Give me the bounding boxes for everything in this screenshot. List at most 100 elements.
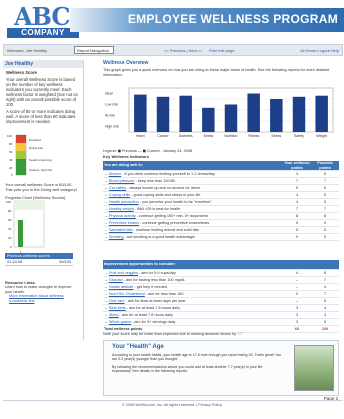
indicator-link[interactable]: Car safety: [109, 186, 126, 190]
table-row: → Coping skills - good coping skills and…: [103, 191, 339, 199]
indicator-desc: - aim for less than 160: [144, 292, 184, 296]
resource-text: Learn how to make changes to improve you…: [5, 285, 72, 294]
total-points: 60: [283, 325, 311, 333]
indicator-cell: → Preventive exams - continue getting pr…: [103, 219, 283, 227]
prev-next-links[interactable]: << Previous | Next >>: [164, 48, 203, 53]
y-level-label: Ideal: [105, 92, 113, 96]
scale-tick: 40: [9, 158, 13, 162]
x-tick-label: Cancer: [157, 134, 169, 138]
header: ABC COMPANY EMPLOYEE WELLNESS PROGRAM: [0, 0, 344, 40]
possible-points-cell: 5: [311, 184, 339, 192]
table-row: → Car safety - always buckle up and no a…: [103, 184, 339, 192]
key-indicators-heading: Key Wellness Indicators: [103, 154, 149, 159]
possible-points-cell: 5: [311, 318, 339, 326]
indicator-link[interactable]: Non-HDL Cholesterol: [109, 292, 145, 296]
chart-bar: [134, 94, 147, 132]
indicator-link[interactable]: Health perception: [109, 200, 139, 204]
possible-points-cell: 5: [311, 297, 339, 305]
indicator-link[interactable]: Healthy weight: [109, 207, 134, 211]
indicator-link[interactable]: Preventive exams: [109, 221, 139, 225]
possible-points-cell: 7: [311, 276, 339, 284]
indicator-link[interactable]: Whole grains: [109, 320, 131, 324]
wellness-points-cell: 4: [283, 191, 311, 199]
program-banner: EMPLOYEE WELLNESS PROGRAM: [70, 8, 344, 32]
x-tick-label: Safety: [294, 134, 304, 138]
wellness-overview-chart: Ideal Low risk At risk High risk Heart Cancer…: [105, 87, 334, 138]
wellness-points-header: Your wellness points: [283, 161, 311, 171]
wellness-points-cell: –: [283, 276, 311, 284]
chart-bar: [202, 107, 215, 132]
wellness-points-cell: 4: [283, 170, 311, 178]
indicator-link[interactable]: Seat belts: [109, 306, 126, 310]
wellness-points-cell: 5: [283, 226, 311, 234]
wellness-score-text2: A score of 80 or more indicates doing we…: [6, 109, 76, 124]
indicator-link[interactable]: Smoking: [109, 235, 124, 239]
scale-label: Needs Improving: [29, 158, 52, 162]
top-links[interactable]: All Home Logout Help: [300, 48, 339, 53]
doing-well-header: You are doing well in:: [103, 161, 283, 171]
indicator-cell: → Glucose - aim for fasting less than 10…: [103, 276, 283, 284]
indicator-link[interactable]: Fruit and veggies: [109, 271, 138, 275]
chart-bar: [270, 99, 283, 132]
wellness-points-cell: 7: [283, 205, 311, 213]
indicator-link[interactable]: Glucose: [109, 278, 123, 282]
possible-points-header: Possible points: [311, 161, 339, 171]
logo-company-text: COMPANY: [7, 28, 79, 38]
x-tick-label: Heart: [136, 134, 145, 138]
resource-link[interactable]: a customer link: [9, 299, 75, 304]
sidebar-title: Joe Healthy: [3, 60, 83, 68]
indicator-link[interactable]: Health attitude: [109, 285, 134, 289]
wellness-points-cell: –: [283, 283, 311, 291]
possible-points-cell: 7: [311, 290, 339, 298]
table-row: → Oral care - aim for floss at least day…: [103, 297, 339, 305]
table-row: → Whole grains - aim for 3+ servings dai…: [103, 318, 339, 326]
possible-points-cell: 4: [311, 283, 339, 291]
y-level-label: At risk: [105, 114, 115, 118]
possible-points-cell: 4: [311, 311, 339, 319]
progress-tick: 60: [8, 218, 12, 222]
total-possible: 100: [311, 325, 339, 333]
indicator-cell: → Fruit and veggies - aim for 5-9 cups/d…: [103, 269, 283, 277]
indicator-link[interactable]: Coping skills: [109, 193, 130, 197]
table-row: → Saturated fats - continue limiting ani…: [103, 226, 339, 234]
x-tick-label: Diabetes: [179, 134, 193, 138]
table-row: → Preventive exams - continue getting pr…: [103, 219, 339, 227]
progress-tick: 40: [8, 227, 12, 231]
indicator-link[interactable]: Alcohol: [109, 172, 121, 176]
table-row: → Health attitude - get help if needed –4: [103, 283, 339, 291]
indicator-link[interactable]: Blood pressure: [109, 179, 135, 183]
report-page: ABC COMPANY EMPLOYEE WELLNESS PROGRAM We…: [0, 0, 344, 419]
print-link[interactable]: Print this page: [209, 48, 235, 53]
scale-label: Caution, high risk: [29, 168, 53, 172]
wellness-points-cell: 0: [283, 290, 311, 298]
previous-score-date: 01-24-08: [7, 260, 23, 264]
indicator-cell: → Car safety - always buckle up and no a…: [103, 184, 283, 192]
indicator-link[interactable]: Saturated fats: [109, 228, 133, 232]
resource-links: Resource Links Learn how to make changes…: [5, 280, 75, 303]
indicator-link[interactable]: Sleep: [109, 313, 119, 317]
indicator-desc: - get help if needed: [133, 285, 167, 289]
report-navigation-select[interactable]: Report Navigation: [74, 46, 114, 54]
x-tick-label: Fitness: [248, 134, 260, 138]
wellness-points-cell: 5: [283, 219, 311, 227]
possible-points-cell: 5: [311, 198, 339, 206]
indicator-desc: - keep less than 120/80: [134, 179, 175, 183]
indicator-link[interactable]: Physical activity: [109, 214, 136, 218]
wellness-score-text: Your overall Wellness Score is based on …: [6, 77, 78, 107]
table-row: → Alcohol - If you drink continue limiti…: [103, 170, 339, 178]
scale-tick: 20: [9, 166, 13, 170]
wellness-score-scale: 100 80 60 40 20 0 Excellent Doing well N…: [7, 134, 53, 177]
possible-points-cell: 8: [311, 212, 339, 220]
scale-label: Excellent: [29, 138, 41, 142]
possible-points-cell: 9: [311, 233, 339, 241]
banner-title: EMPLOYEE WELLNESS PROGRAM: [127, 12, 338, 26]
previous-score-value: 60/100: [59, 260, 71, 264]
table-row: → Non-HDL Cholesterol - aim for less tha…: [103, 290, 339, 298]
wellness-points-cell: 7: [283, 177, 311, 185]
indicator-link[interactable]: Oral care: [109, 299, 125, 303]
welcome-text: Welcome, Joe Healthy: [7, 48, 47, 53]
indicator-desc: - aim for at least 7-8 hours daily: [125, 306, 180, 310]
x-tick-label: Stress: [203, 134, 213, 138]
indicator-desc: - aim for floss at least days per year: [124, 299, 186, 303]
nav-bar: Welcome, Joe Healthy Report Navigation <…: [3, 44, 343, 56]
